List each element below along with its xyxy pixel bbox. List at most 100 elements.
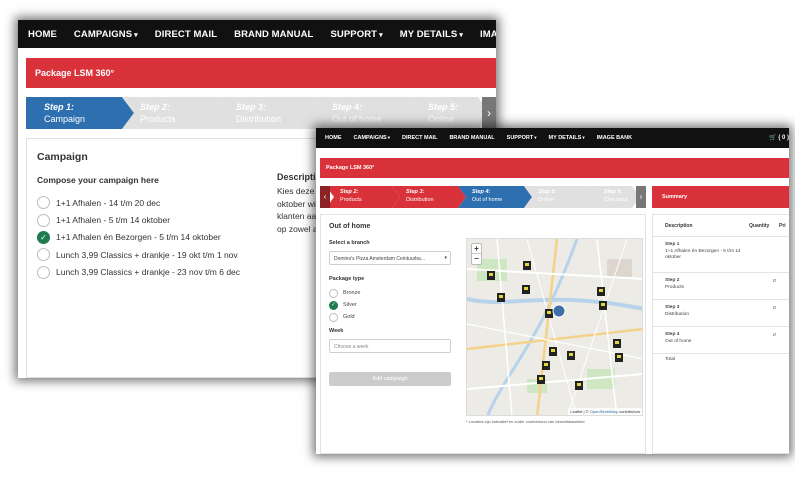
chevron-down-icon: ▾: [379, 31, 383, 39]
week-input[interactable]: Choose a week: [329, 339, 451, 353]
zoom-in-button[interactable]: +: [472, 244, 481, 254]
summary-qty: 0: [773, 333, 776, 338]
summary-row: Step 3 Distribution 0: [653, 300, 789, 327]
step-3-distribution[interactable]: Step 3: Distribution: [392, 186, 466, 208]
out-of-home-panel: Out of home Select a branch Domino's Piz…: [320, 214, 646, 454]
map-note: * Locaties zijn indicatief en onder voor…: [466, 419, 585, 424]
campaign-option[interactable]: Lunch 3,99 Classics + drankje - 19 okt t…: [37, 246, 240, 263]
nav-image-bank[interactable]: IMAGE BANK: [597, 135, 632, 141]
step-label: Out of home: [332, 114, 382, 124]
package-options: Bronze ✓ Silver Gold: [329, 287, 360, 323]
package-option[interactable]: ✓ Silver: [329, 299, 360, 311]
step-1-campaign[interactable]: Step 1: Campaign: [26, 97, 134, 129]
radio-button[interactable]: [329, 288, 338, 298]
step-number: Step 2:: [140, 102, 171, 112]
radio-button[interactable]: [329, 312, 338, 322]
step-4-out-of-home[interactable]: Step 4: Out of home: [314, 97, 422, 129]
radio-button[interactable]: [37, 248, 50, 262]
package-option[interactable]: Bronze: [329, 287, 360, 299]
chevron-right-icon[interactable]: ›: [636, 186, 646, 208]
map-zoom-control: + −: [471, 243, 482, 265]
nav-support[interactable]: SUPPORT▾: [507, 135, 537, 141]
campaign-options: 1+1 Afhalen - 14 t/m 20 dec 1+1 Afhalen …: [37, 194, 240, 281]
nav-my-details[interactable]: MY DETAILS▾: [549, 135, 585, 141]
nav-direct-mail[interactable]: DIRECT MAIL: [155, 29, 217, 40]
step-2-products[interactable]: Step 2: Products: [122, 97, 230, 129]
nav-brand-manual[interactable]: BRAND MANUAL: [449, 135, 494, 141]
summary-step: Step 3: [665, 305, 680, 310]
summary-row: Step 4 Out of home 0: [653, 327, 789, 354]
step-2-products[interactable]: Step 2: Products: [326, 186, 400, 208]
branch-select[interactable]: Domino's Pizza Amsterdam Ceintuurba... ▾: [329, 251, 451, 265]
nav-campaigns[interactable]: CAMPAIGNS▾: [354, 135, 390, 141]
campaign-option[interactable]: Lunch 3,99 Classics + drankje - 23 nov t…: [37, 264, 240, 281]
nav-home[interactable]: HOME: [28, 29, 57, 40]
step-4-out-of-home[interactable]: Step 4: Out of home: [458, 186, 532, 208]
option-label: Gold: [343, 314, 355, 320]
radio-button[interactable]: [37, 213, 50, 227]
summary-qty: 0: [773, 306, 776, 311]
summary-header: Summary: [652, 186, 789, 208]
chevron-down-icon: ▾: [134, 31, 138, 39]
summary-row: Step 2 Products 0: [653, 273, 789, 300]
summary-step: Step 1: [665, 242, 680, 247]
summary-step: Step 2: [665, 278, 680, 283]
chevron-down-icon: ▾: [444, 255, 447, 261]
nav-support[interactable]: SUPPORT▾: [330, 29, 382, 40]
chevron-down-icon: ▾: [582, 135, 585, 140]
summary-item: 1+1 Afhalen én Bezorgen - 5 t/m 14 oktob…: [665, 249, 741, 260]
summary-row: Step 1 1+1 Afhalen én Bezorgen - 5 t/m 1…: [653, 237, 789, 273]
checkmark-icon[interactable]: ✓: [329, 300, 338, 310]
campaign-option[interactable]: 1+1 Afhalen - 14 t/m 20 dec: [37, 194, 240, 211]
option-label: Lunch 3,99 Classics + drankje - 19 okt t…: [56, 249, 238, 260]
campaign-option[interactable]: ✓ 1+1 Afhalen én Bezorgen - 5 t/m 14 okto…: [37, 229, 240, 246]
step-5-online[interactable]: Step 5: Online: [524, 186, 598, 208]
nav-image-bank[interactable]: IMAGE BANK: [480, 29, 496, 40]
screenshot-stage: HOME CAMPAIGNS ▾ DIRECT MAIL BRAND MANUAL…: [0, 0, 795, 477]
option-label: 1+1 Afhalen - 5 t/m 14 oktober: [56, 215, 171, 226]
chevron-down-icon: ▾: [534, 135, 537, 140]
step-number: Step 6:: [604, 189, 623, 195]
cart-icon[interactable]: 🛒 ( 0 ): [769, 134, 789, 141]
step-label: Campaign: [44, 114, 86, 124]
nav-home[interactable]: HOME: [325, 135, 342, 141]
summary-item: Distribution: [665, 312, 689, 317]
checkmark-icon[interactable]: ✓: [37, 230, 50, 244]
summary-item: Products: [665, 285, 684, 290]
zoom-out-button[interactable]: −: [472, 254, 481, 264]
summary-item: Out of home: [665, 339, 692, 344]
nav-brand-manual[interactable]: BRAND MANUAL: [234, 29, 313, 40]
option-label: 1+1 Afhalen - 14 t/m 20 dec: [56, 197, 161, 208]
nav-campaigns[interactable]: CAMPAIGNS▾: [74, 29, 138, 40]
step-5-online[interactable]: Step 5: Online: [410, 97, 490, 129]
option-label: Silver: [343, 302, 357, 308]
summary-total: Total: [665, 357, 676, 362]
step-number: Step 2:: [340, 189, 359, 195]
col-price: Pri: [779, 223, 786, 229]
nav-direct-mail[interactable]: DIRECT MAIL: [402, 135, 437, 141]
package-option[interactable]: Gold: [329, 311, 360, 323]
package-banner: Package LSM 360°: [320, 158, 789, 178]
compose-label: Compose your campaign here: [37, 175, 159, 185]
step-label: Distribution: [406, 197, 434, 203]
chevron-left-icon[interactable]: ‹: [320, 186, 330, 208]
locations-map[interactable]: + − Leaflet | © OpenStreetMap contributo…: [466, 238, 643, 416]
summary-columns: Description Quantity Pri: [653, 215, 789, 237]
chevron-down-icon: ▾: [387, 135, 390, 140]
radio-button[interactable]: [37, 265, 50, 279]
campaign-option[interactable]: 1+1 Afhalen - 5 t/m 14 oktober: [37, 211, 240, 228]
add-campaign-button[interactable]: Add campaign: [329, 372, 451, 386]
step-number: Step 5:: [538, 189, 557, 195]
chevron-right-icon[interactable]: ›: [482, 97, 496, 129]
nav-my-details[interactable]: MY DETAILS▾: [400, 29, 463, 40]
step-wizard: ‹ Step 2: Products Step 3: Distribution …: [320, 186, 646, 208]
map-markers: [487, 261, 623, 390]
radio-button[interactable]: [37, 196, 50, 210]
step-number: Step 1:: [44, 102, 75, 112]
col-description: Description: [665, 223, 693, 229]
step-label: Checkout: [604, 197, 628, 203]
step-wizard: Step 1: Campaign Step 2: Products Step 3…: [26, 97, 496, 129]
osm-link[interactable]: OpenStreetMap: [590, 409, 618, 414]
step-3-distribution[interactable]: Step 3: Distribution: [218, 97, 326, 129]
col-quantity: Quantity: [749, 223, 770, 229]
